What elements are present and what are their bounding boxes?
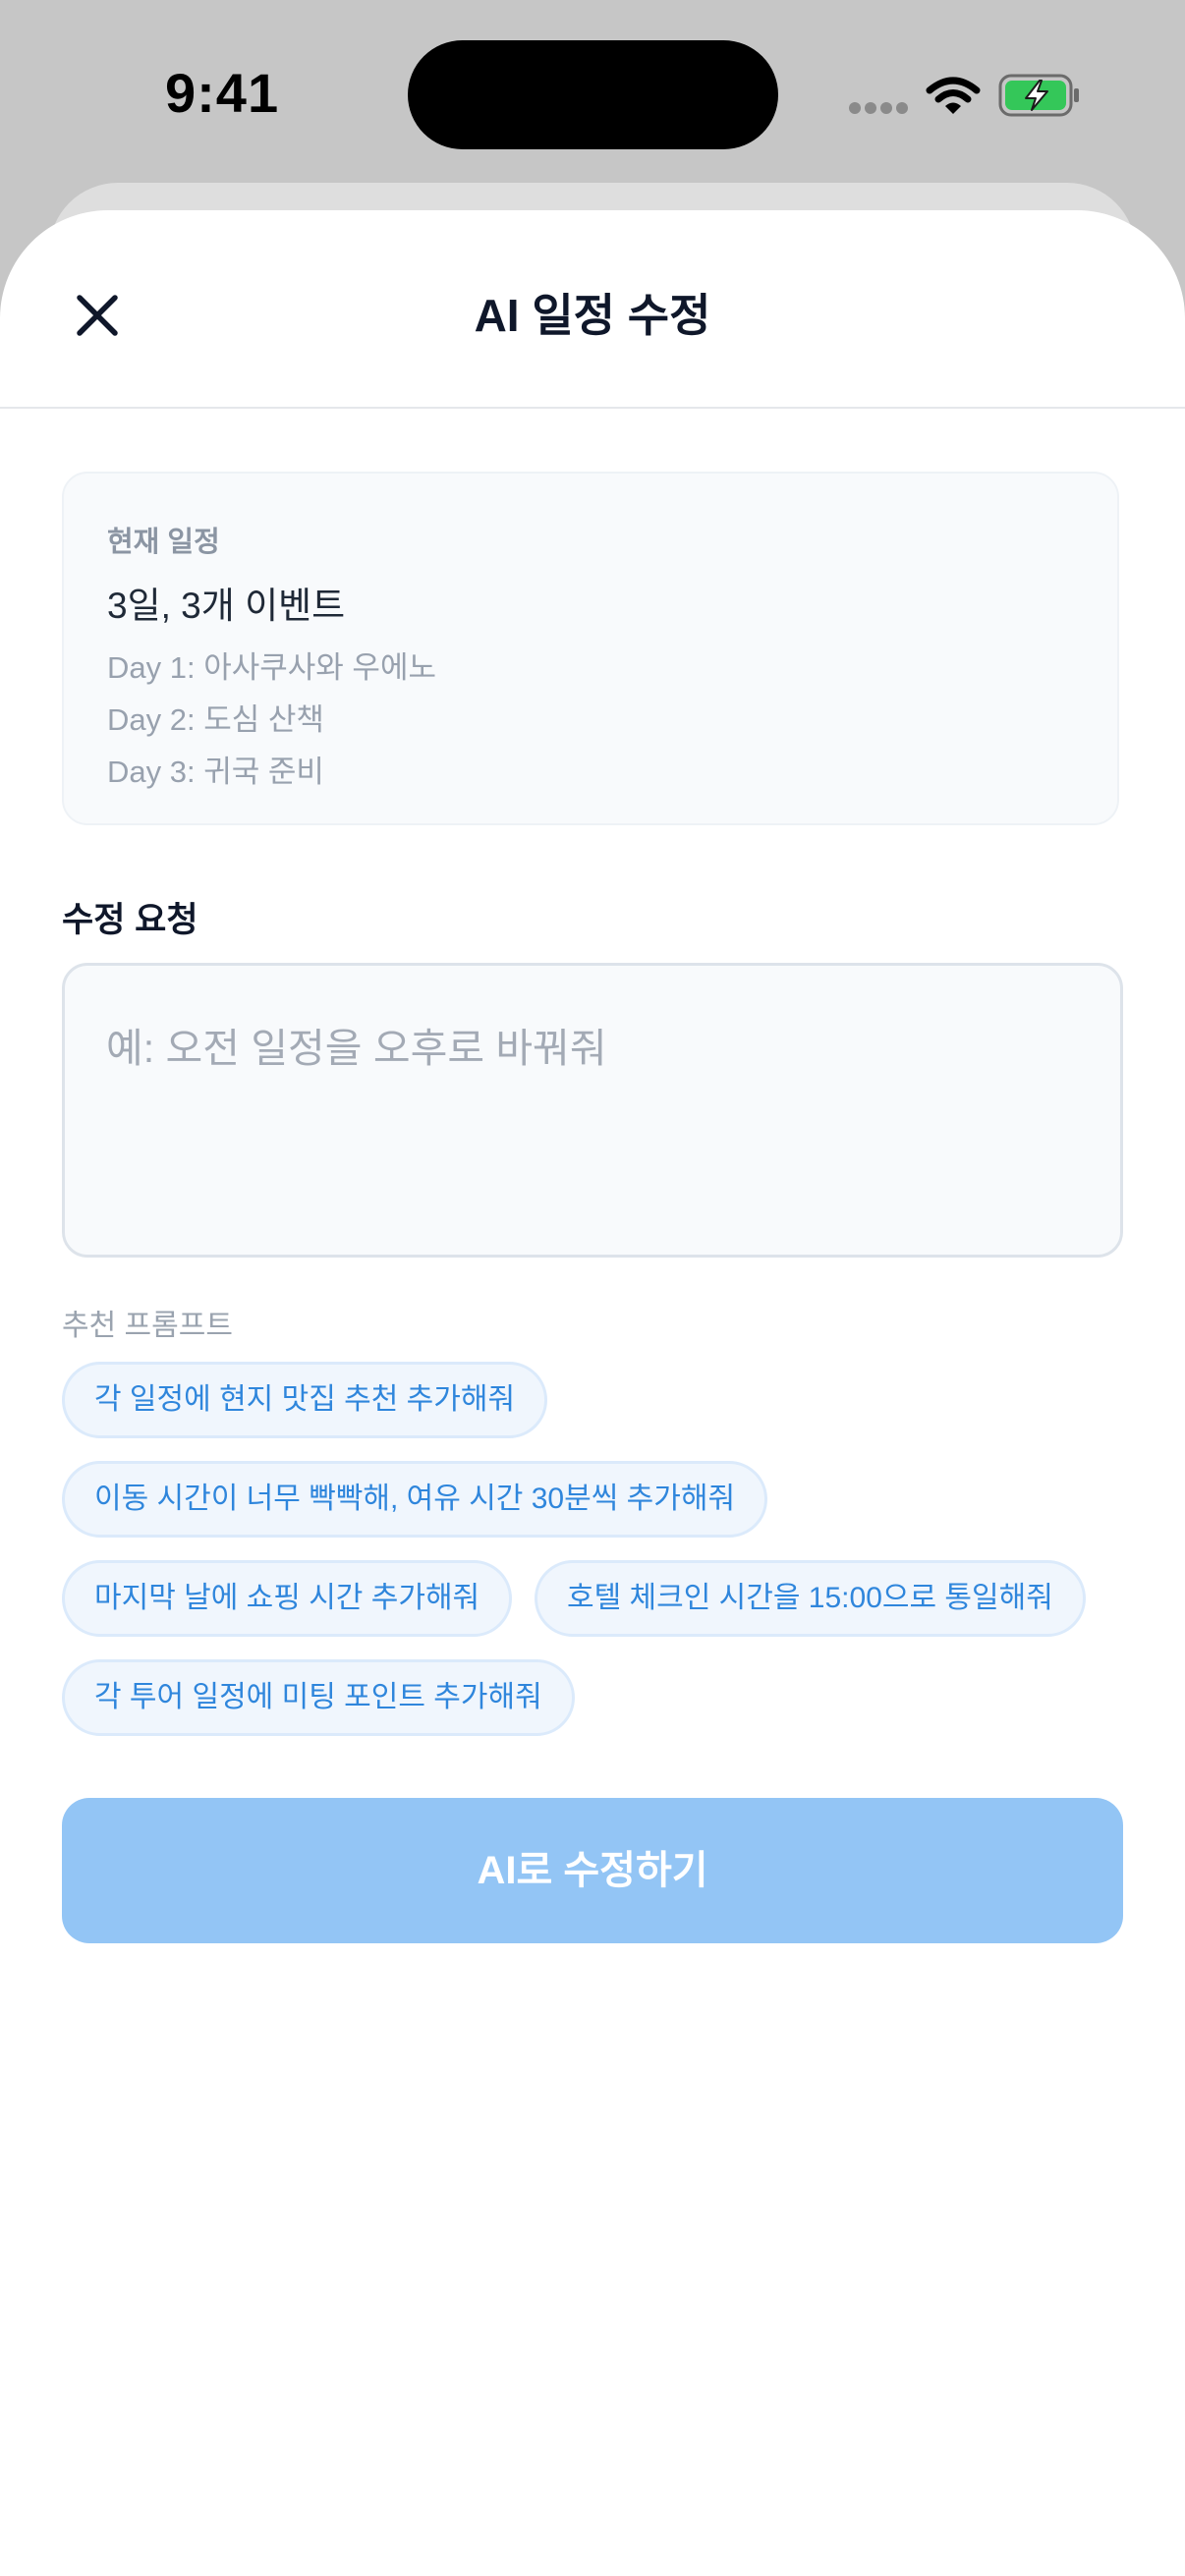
- schedule-summary: 3일, 3개 이벤트: [107, 586, 346, 626]
- status-bar: 9:41: [0, 0, 1185, 183]
- suggestion-chip[interactable]: 각 일정에 현지 맛집 추천 추가해줘: [62, 1362, 548, 1438]
- cellular-signal-icon: [849, 102, 908, 116]
- day-item: Day 1: 아사쿠사와 우에노: [107, 650, 436, 685]
- request-label: 수정 요청: [62, 901, 198, 939]
- dynamic-island: [408, 40, 778, 149]
- suggestion-chip[interactable]: 마지막 날에 쇼핑 시간 추가해줘: [62, 1560, 513, 1637]
- suggestion-chip[interactable]: 이동 시간이 너무 빡빡해, 여유 시간 30분씩 추가해줘: [62, 1461, 768, 1538]
- submit-ai-edit-button[interactable]: AI로 수정하기: [62, 1798, 1123, 1943]
- current-schedule-label: 현재 일정: [107, 527, 220, 558]
- day-item: Day 2: 도심 산책: [107, 702, 324, 737]
- suggestion-chip[interactable]: 각 투어 일정에 미팅 포인트 추가해줘: [62, 1659, 575, 1736]
- sheet-header: AI 일정 수정: [0, 210, 1185, 409]
- battery-charging-icon: [998, 74, 1079, 117]
- request-input[interactable]: [62, 963, 1123, 1258]
- sheet-title: AI 일정 수정: [474, 290, 711, 341]
- status-time: 9:41: [165, 62, 280, 124]
- current-schedule-card: 현재 일정 3일, 3개 이벤트 Day 1: 아사쿠사와 우에노 Day 2:…: [62, 472, 1119, 825]
- suggestion-chip[interactable]: 호텔 체크인 시간을 15:00으로 통일해줘: [535, 1560, 1086, 1637]
- ai-edit-sheet: AI 일정 수정 현재 일정 3일, 3개 이벤트 Day 1: 아사쿠사와 우…: [0, 210, 1185, 2576]
- day-item: Day 3: 귀국 준비: [107, 755, 324, 789]
- wifi-icon: [926, 77, 981, 114]
- suggestions-label: 추천 프롬프트: [62, 1310, 233, 1342]
